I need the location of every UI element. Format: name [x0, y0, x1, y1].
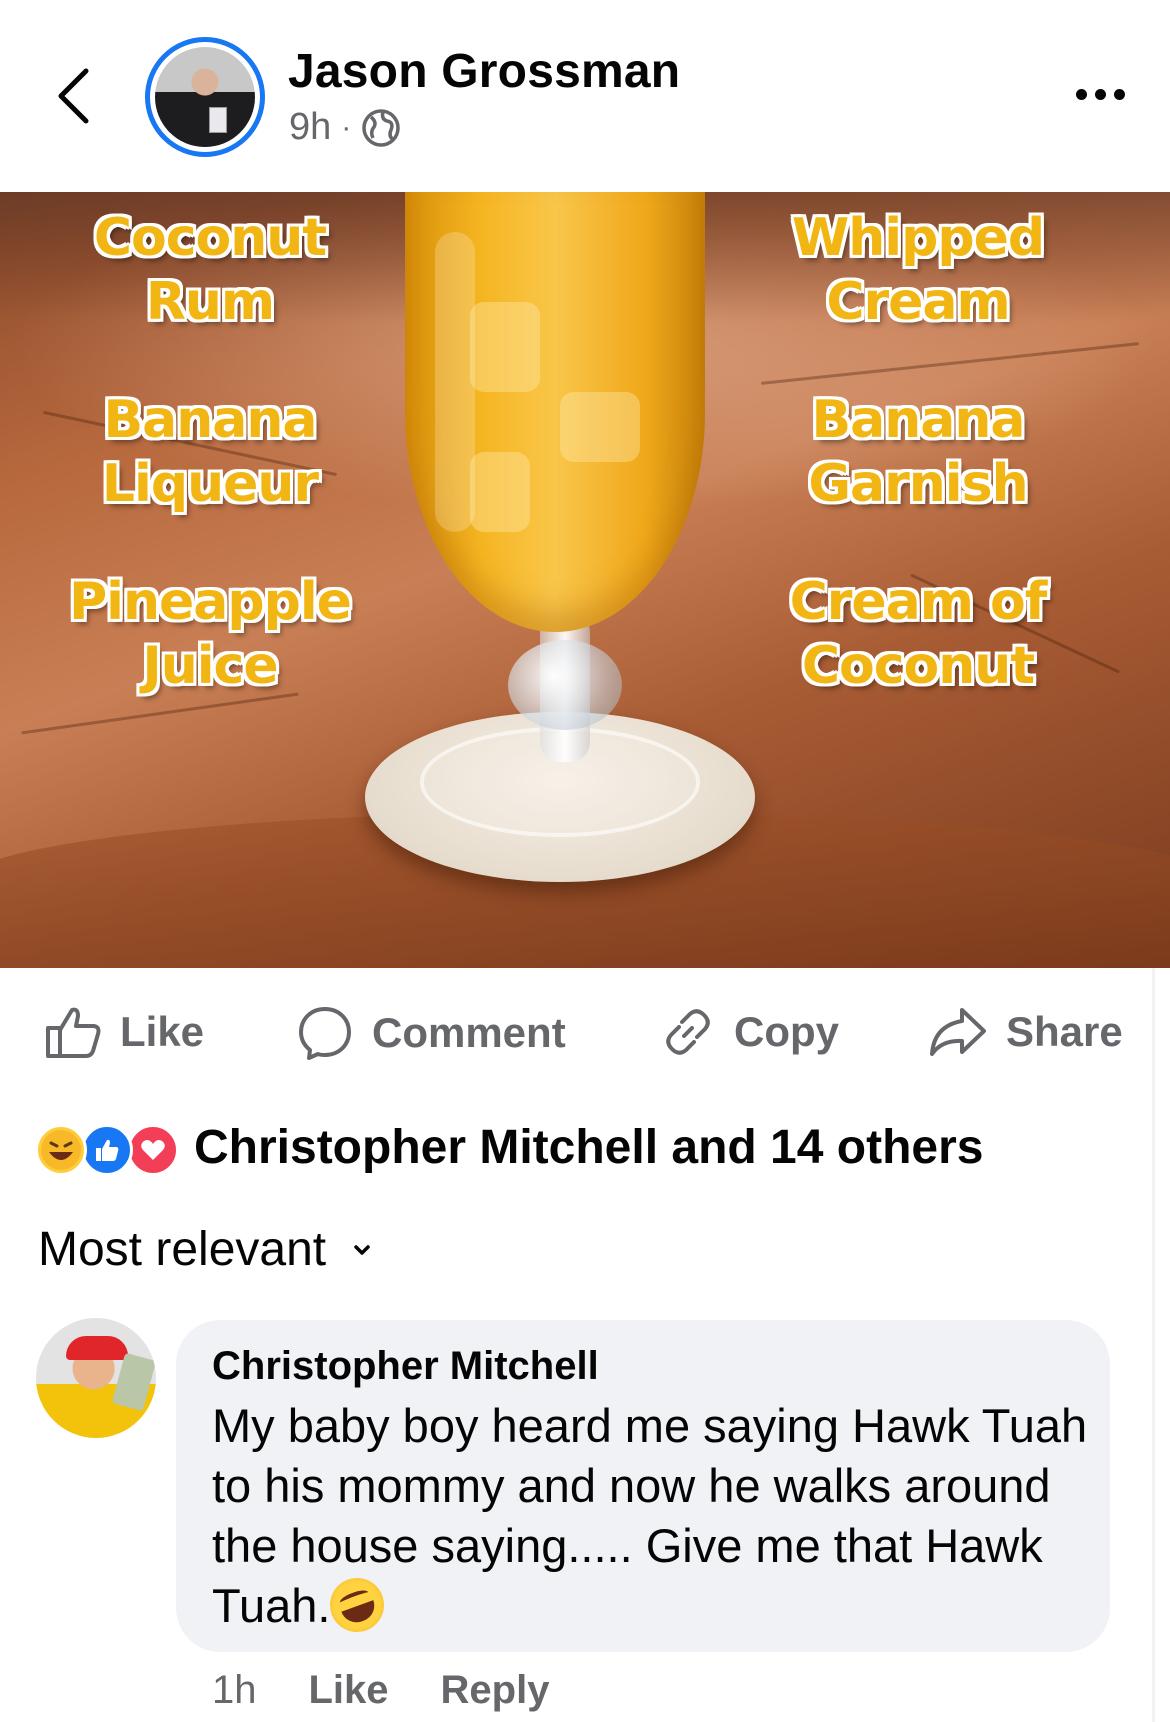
share-label: Share [1006, 1008, 1123, 1055]
share-button[interactable]: Share [928, 1004, 1123, 1060]
ingredient-label: Coconut Rum [93, 208, 327, 332]
thumbs-up-icon [46, 1007, 101, 1058]
action-bar: Like Comment Copy Share [0, 968, 1170, 1092]
copy-label: Copy [734, 1008, 839, 1055]
ingredient-label: Pineapple Juice [69, 572, 352, 696]
ingredient-label: Banana Garnish [808, 390, 1028, 514]
reactions-names[interactable]: Christopher Mitchell and 14 others [194, 1120, 983, 1175]
ingredient-label: Whipped Cream [791, 208, 1045, 332]
love-reaction-icon [127, 1124, 179, 1176]
comment-reply-button[interactable]: Reply [441, 1668, 550, 1713]
globe-icon [362, 108, 401, 147]
haha-reaction-icon [35, 1124, 87, 1176]
glass-shine [435, 232, 475, 532]
reactions-summary[interactable] [35, 1122, 195, 1178]
ingredient-label: Cream of Coconut [789, 572, 1048, 696]
ingredient-label: Banana Liqueur [101, 390, 319, 514]
post-image[interactable]: Coconut Rum Banana Liqueur Pineapple Jui… [0, 192, 1170, 968]
post-meta: 9h · [289, 106, 401, 149]
commenter-avatar[interactable] [36, 1318, 156, 1438]
comment-footer: 1h Like Reply [212, 1668, 549, 1713]
chevron-left-icon [58, 68, 89, 124]
comment-text: My baby boy heard me saying Hawk Tuah to… [212, 1396, 1092, 1640]
avatar-image [155, 47, 255, 147]
post-header: Jason Grossman 9h · [0, 0, 1170, 192]
comment-button[interactable]: Comment [296, 1004, 566, 1062]
scrollbar-track [1152, 968, 1155, 1722]
share-arrow-icon [930, 1008, 986, 1056]
glass-knob [508, 640, 622, 730]
chevron-down-icon [354, 1244, 370, 1255]
post-time[interactable]: 9h [289, 106, 331, 149]
like-button[interactable]: Like [44, 1004, 204, 1060]
comment-sort-dropdown[interactable]: Most relevant [38, 1222, 372, 1277]
meta-separator: · [341, 110, 352, 144]
back-button[interactable] [48, 62, 98, 130]
comment-like-button[interactable]: Like [309, 1668, 389, 1713]
copy-button[interactable]: Copy [660, 1004, 839, 1060]
author-avatar[interactable] [145, 37, 265, 157]
sort-label: Most relevant [38, 1223, 327, 1276]
author-name[interactable]: Jason Grossman [288, 44, 680, 99]
more-options-button[interactable] [1065, 80, 1135, 108]
dot-icon [1075, 88, 1087, 100]
commenter-name[interactable]: Christopher Mitchell [212, 1344, 599, 1389]
rolling-laughing-emoji-icon [322, 1570, 393, 1640]
comment-bubble-icon [299, 1007, 351, 1060]
link-icon [666, 1009, 710, 1055]
comment-time: 1h [212, 1668, 257, 1712]
dot-icon [1094, 88, 1106, 100]
dot-icon [1113, 88, 1125, 100]
like-reaction-icon [81, 1124, 133, 1176]
comment-label: Comment [372, 1009, 566, 1056]
like-label: Like [120, 1008, 205, 1055]
